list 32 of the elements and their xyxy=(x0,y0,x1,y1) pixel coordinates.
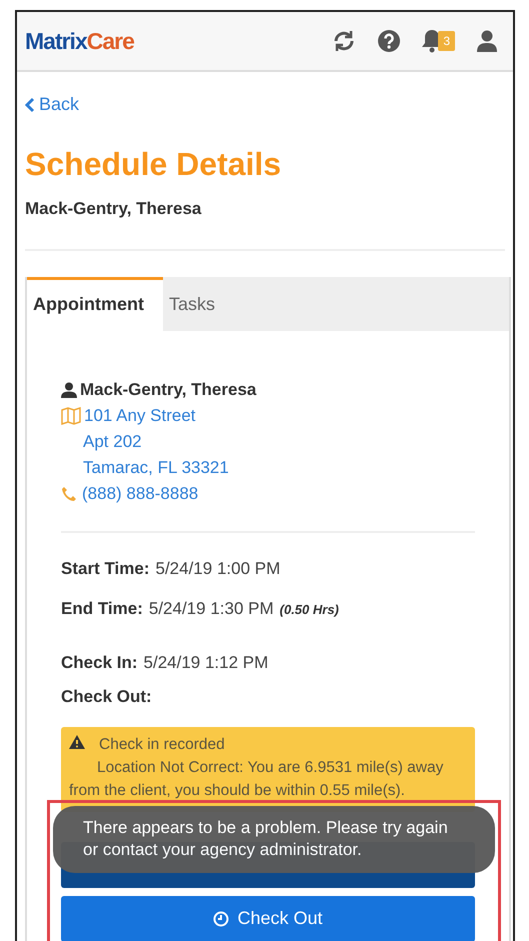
duration-note: (0.50 Hrs) xyxy=(280,602,339,616)
field-label: Check Out: xyxy=(61,686,152,706)
field-label: End Time: xyxy=(61,598,143,618)
field-value: 5/24/19 1:00 PM xyxy=(156,558,280,578)
address-link[interactable]: Tamarac, FL 33321 xyxy=(83,454,229,480)
check-out-button[interactable]: Check Out xyxy=(61,896,475,941)
tab[interactable]: Appointment xyxy=(27,276,163,330)
address-link[interactable]: 101 Any Street xyxy=(84,402,196,428)
map-icon xyxy=(61,406,81,424)
sync-icon[interactable] xyxy=(332,30,356,52)
phone-link[interactable]: (888) 888-8888 xyxy=(82,480,198,506)
address-link[interactable]: Apt 202 xyxy=(83,428,142,454)
error-toast: There appears to be a problem. Please try again or contact your agency administrator. xyxy=(53,806,495,872)
field-value: 5/24/19 1:30 PM xyxy=(148,598,274,618)
phone-icon xyxy=(61,486,79,502)
notification-badge: 3 xyxy=(438,31,455,51)
back-link[interactable]: Back xyxy=(25,94,80,115)
alert-message: Location Not Correct: You are 6.9531 mile(s) away from the client, you should be within 0.55 mile(s). xyxy=(69,758,444,800)
client-name: Mack-Gentry, Theresa xyxy=(25,198,202,218)
clock-icon xyxy=(213,910,230,926)
client-name: Mack-Gentry, Theresa xyxy=(80,378,256,400)
alert-title: Check in recorded xyxy=(99,736,225,752)
field-label: Check In: xyxy=(61,652,138,672)
help-icon[interactable] xyxy=(378,30,400,52)
user-icon[interactable] xyxy=(477,30,497,52)
chevron-left-icon xyxy=(25,96,35,112)
person-icon xyxy=(61,382,77,398)
warning-icon xyxy=(69,734,85,748)
page-title: Schedule Details xyxy=(25,146,282,182)
field-value: 5/24/19 1:12 PM xyxy=(144,652,268,672)
logo: MatrixCare xyxy=(25,28,134,54)
field-label: Start Time: xyxy=(61,558,150,578)
